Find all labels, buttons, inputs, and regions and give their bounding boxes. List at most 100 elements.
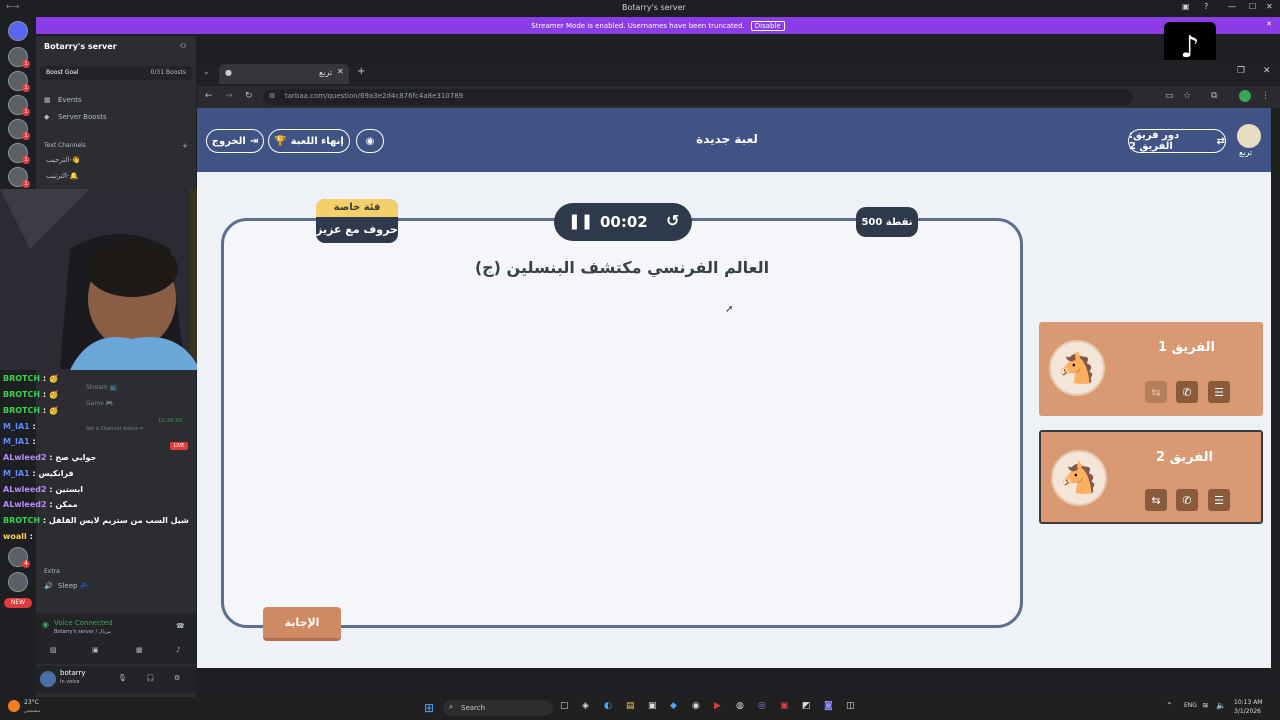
cast-icon[interactable]: ▭ — [1165, 91, 1174, 101]
exit-button[interactable]: الخروج ⇥ — [206, 129, 264, 153]
language-indicator[interactable]: ENG — [1184, 702, 1197, 709]
screen-share-icon[interactable]: ▣ — [92, 646, 99, 654]
chat-text: ابستين — [55, 485, 83, 494]
wifi-icon[interactable]: ≋ — [1202, 701, 1209, 710]
channel-item[interactable]: الترتيب-🔔 — [46, 172, 78, 180]
reset-timer-icon[interactable]: ↺ — [666, 211, 679, 230]
channel-item[interactable]: الترحيب-👋 — [46, 156, 81, 164]
app-icon[interactable]: ▣ — [780, 701, 789, 711]
inbox-icon[interactable]: ▣ — [1182, 2, 1190, 11]
chat-message: M_IA1 : فرانكيس — [3, 469, 74, 478]
end-game-button[interactable]: 🏆 إنهاء اللعبة — [268, 129, 350, 153]
app-icon[interactable]: ▢ — [560, 701, 569, 711]
boost-goal-bar[interactable]: Boost Goal 0/31 Boosts — [40, 66, 192, 80]
maximize-icon[interactable]: ☐ — [1249, 2, 1256, 11]
folder-icon[interactable]: ▤ — [626, 701, 635, 711]
skip-icon[interactable]: ⇆ — [1145, 489, 1167, 511]
site-info-icon[interactable]: ⚙ — [269, 92, 275, 100]
logo-owl-icon[interactable] — [1237, 124, 1261, 148]
chat-username: BROTCH — [3, 406, 41, 415]
server-icon[interactable]: 1 — [8, 95, 30, 116]
turn-indicator[interactable]: دور فريق: الفريق 2 ⇄ — [1128, 129, 1226, 153]
forward-icon[interactable]: → — [225, 91, 233, 101]
list-icon[interactable]: ☰ — [1208, 381, 1230, 403]
back-arrow-icon[interactable]: ←→ — [6, 2, 19, 11]
discord-home-icon[interactable] — [8, 21, 28, 41]
window-title: Botarry's server — [622, 3, 686, 12]
avatar[interactable] — [40, 671, 56, 687]
url-input[interactable]: ⚙ tarbaa.com/question/69a3e2d4c876fc4a8e… — [263, 89, 1133, 105]
browser-close-icon[interactable]: ✕ — [1263, 66, 1271, 76]
events-item[interactable]: Events — [58, 96, 82, 104]
youtube-icon[interactable]: ▶ — [714, 701, 721, 711]
tab-search-icon[interactable]: ⌄ — [203, 67, 210, 76]
minimize-icon[interactable]: — — [1228, 2, 1236, 11]
app-icon[interactable]: ◍ — [736, 701, 744, 711]
menu-icon[interactable]: ⋮ — [1261, 91, 1270, 101]
app-icon[interactable]: ◉ — [692, 701, 700, 711]
server-icon[interactable]: 1 — [8, 167, 30, 188]
server-icon[interactable]: 4 — [8, 547, 30, 568]
taskbar-search[interactable]: ⌕ Search — [443, 700, 553, 716]
chat-text: شيل السب من ستريم لايس الفلفل — [48, 516, 189, 525]
category-bottom: حروف مع عزيز — [316, 223, 398, 236]
phone-icon[interactable]: ✆ — [1176, 381, 1198, 403]
headphones-icon[interactable]: 🎧 — [146, 674, 155, 682]
server-name[interactable]: Botarry's server — [44, 42, 117, 51]
voice-channel-sleep[interactable]: Sleep 💤 — [58, 582, 88, 590]
camera-off-icon[interactable]: ▨ — [50, 646, 57, 654]
help-icon[interactable]: ? — [1204, 2, 1208, 11]
profile-avatar[interactable] — [1239, 90, 1251, 102]
text-channels-header[interactable]: Text Channels — [44, 142, 86, 149]
tab-active[interactable]: ● تربع ✕ — [219, 64, 349, 84]
server-icon[interactable] — [8, 572, 28, 592]
discord-icon[interactable]: ◙ — [824, 701, 833, 711]
reload-icon[interactable]: ↻ — [245, 91, 253, 101]
skip-icon[interactable]: ⇆ — [1145, 381, 1167, 403]
app-icon[interactable]: ◈ — [582, 701, 589, 711]
bookmark-star-icon[interactable]: ☆ — [1183, 91, 1191, 101]
soundboard-icon[interactable]: ♪ — [176, 646, 180, 654]
voice-channel-path[interactable]: Botarry's server / مريال — [54, 629, 111, 635]
app-icon[interactable]: ▣ — [648, 701, 657, 711]
clock-date[interactable]: 3/1/2026 — [1234, 708, 1261, 715]
close-icon[interactable]: ✕ — [1266, 2, 1273, 11]
extra-header[interactable]: Extra — [44, 568, 60, 575]
app-icon[interactable]: ◎ — [758, 701, 766, 711]
edge-icon[interactable]: ◐ — [604, 701, 612, 711]
volume-icon[interactable]: 🔈 — [1216, 701, 1226, 710]
tab-close-icon[interactable]: ✕ — [337, 67, 344, 76]
windows-start-icon[interactable]: ⊞ — [424, 701, 434, 715]
server-icon[interactable]: 1 — [8, 143, 30, 164]
app-icon[interactable]: ◆ — [670, 701, 677, 711]
app-icon[interactable]: ◩ — [802, 701, 811, 711]
new-tab-icon[interactable]: + — [357, 66, 365, 77]
server-icon[interactable]: 1 — [8, 119, 30, 140]
tray-chevron-icon[interactable]: ⌃ — [1166, 701, 1173, 710]
restore-icon[interactable]: ❐ — [1237, 66, 1245, 76]
list-icon[interactable]: ☰ — [1208, 489, 1230, 511]
chat-username: ALwleed2 — [3, 485, 47, 494]
add-channel-icon[interactable]: + — [182, 142, 188, 150]
app-icon[interactable]: ◫ — [846, 701, 855, 711]
server-icon[interactable]: 1 — [8, 71, 30, 92]
add-member-icon[interactable]: ⚇ — [180, 42, 186, 50]
settings-gear-icon[interactable]: ⚙ — [174, 674, 180, 682]
disconnect-icon[interactable]: ☎ — [176, 622, 185, 630]
server-icon[interactable]: 1 — [8, 47, 30, 68]
phone-icon[interactable]: ✆ — [1176, 489, 1198, 511]
banner-close-icon[interactable]: ✕ — [1266, 20, 1272, 28]
extensions-icon[interactable]: ⧉ — [1211, 91, 1217, 101]
activities-icon[interactable]: ▦ — [136, 646, 143, 654]
pause-icon[interactable]: ❚❚ — [568, 212, 593, 230]
palette-button[interactable]: ◉ — [356, 129, 384, 153]
game-title: لعبة جديدة — [696, 132, 758, 146]
back-icon[interactable]: ← — [205, 91, 213, 101]
microphone-icon[interactable]: 🎙 — [118, 674, 127, 682]
stream-chat-overlay: BROTCH : 🥳 BROTCH : 🥳 BROTCH : 🥳 M_IA1 : M_… — [0, 370, 196, 550]
disable-button[interactable]: Disable — [750, 20, 785, 31]
clock-time[interactable]: 10:13 AM — [1234, 699, 1262, 706]
events-icon: ▦ — [44, 96, 51, 104]
server-boosts-item[interactable]: Server Boosts — [58, 113, 107, 121]
answer-button[interactable]: الإجابة — [263, 607, 341, 641]
